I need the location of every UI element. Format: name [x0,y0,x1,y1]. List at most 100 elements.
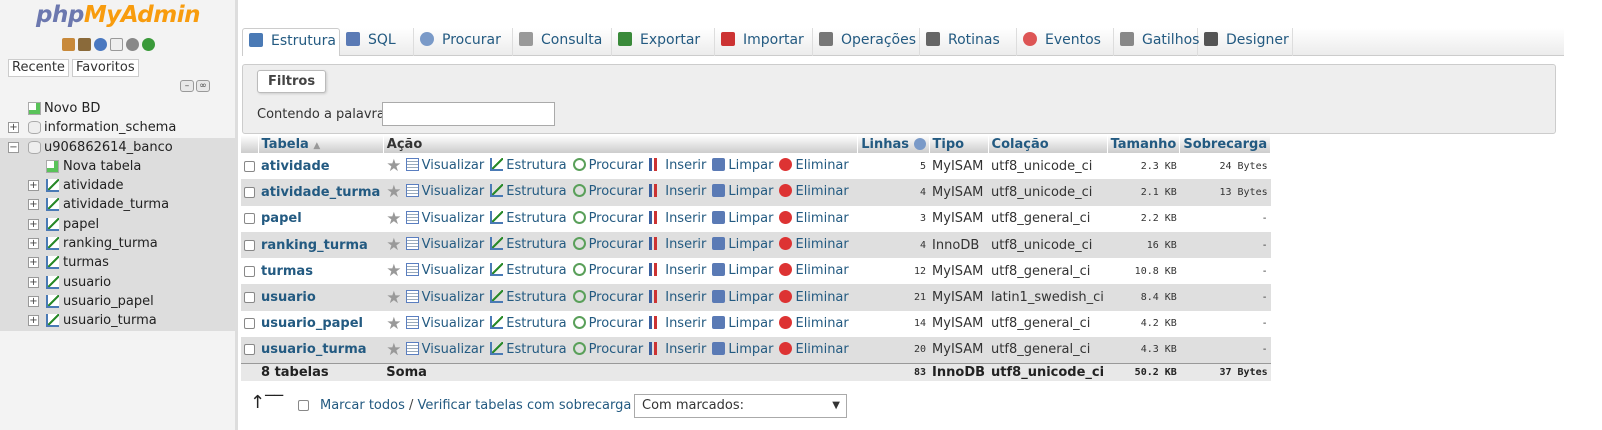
help-icon[interactable] [94,38,107,51]
action-empty[interactable]: Limpar [712,315,773,331]
docs-icon[interactable] [110,38,123,51]
action-empty[interactable]: Limpar [712,210,773,226]
action-search[interactable]: Procurar [572,237,643,252]
tree-item-usuario-turma[interactable]: + usuario_turma [0,311,235,331]
action-search[interactable]: Procurar [572,289,643,305]
tab-exportar[interactable]: Exportar [612,28,715,56]
favorite-star-icon[interactable]: ★ [386,235,401,255]
check-all-link[interactable]: Marcar todos [320,398,405,413]
table-name-link[interactable]: ranking_turma [258,231,384,259]
row-checkbox[interactable] [244,213,255,225]
row-checkbox[interactable] [244,160,255,172]
action-drop[interactable]: Eliminar [779,158,849,173]
tree-item-label[interactable]: turmas [63,253,109,272]
with-selected-dropdown[interactable]: Com marcados: ▼ [634,394,847,418]
collapse-icon[interactable]: − [8,141,19,153]
action-empty[interactable]: Limpar [712,184,773,199]
tree-item-information-schema[interactable]: + information_schema [0,118,235,137]
col-colacao[interactable]: Colação [988,135,1108,153]
tree-item-label[interactable]: usuario [63,273,111,292]
row-checkbox[interactable] [244,239,255,251]
tab-rotinas[interactable]: Rotinas [920,28,1017,56]
home-icon[interactable] [62,38,75,51]
tab-eventos[interactable]: Eventos [1017,28,1114,56]
tree-item-usuario-papel[interactable]: + usuario_papel [0,291,235,312]
tree-item-label[interactable]: information_schema [44,118,176,137]
action-drop[interactable]: Eliminar [779,184,849,199]
action-drop[interactable]: Eliminar [779,289,849,305]
action-search[interactable]: Procurar [572,341,643,357]
action-drop[interactable]: Eliminar [779,237,849,252]
action-drop[interactable]: Eliminar [779,315,849,331]
action-browse[interactable]: Visualizar [405,289,484,305]
tree-item-ranking-turma[interactable]: + ranking_turma [0,234,235,254]
favorite-star-icon[interactable]: ★ [386,182,401,202]
tab-gatilhos[interactable]: Gatilhos [1114,28,1199,56]
action-browse[interactable]: Visualizar [405,210,484,226]
table-name-link[interactable]: atividade_turma [258,179,384,206]
table-name-link[interactable]: papel [258,205,384,232]
action-browse[interactable]: Visualizar [405,341,484,357]
action-structure[interactable]: Estrutura [490,158,567,173]
tree-item-atividade-turma[interactable]: + atividade_turma [0,195,235,215]
action-structure[interactable]: Estrutura [490,341,567,357]
action-browse[interactable]: Visualizar [405,158,484,173]
tab-designer[interactable]: Designer [1198,28,1293,56]
row-checkbox[interactable] [244,292,255,304]
tree-item-novo bd[interactable]: Novo BD [0,99,235,118]
row-checkbox[interactable] [244,318,255,330]
action-insert[interactable]: Inserir [649,184,706,199]
action-structure[interactable]: Estrutura [490,315,567,331]
tab-sql[interactable]: SQL [340,28,414,56]
action-drop[interactable]: Eliminar [779,210,849,226]
tree-item-label[interactable]: atividade [63,176,123,195]
row-checkbox[interactable] [244,344,255,356]
table-name-link[interactable]: atividade [258,153,384,180]
action-browse[interactable]: Visualizar [405,263,484,278]
tree-item-atividade[interactable]: + atividade [0,176,235,196]
table-name-link[interactable]: usuario_papel [258,310,384,338]
favorite-star-icon[interactable]: ★ [386,340,401,360]
action-insert[interactable]: Inserir [649,237,706,252]
check-all-checkbox[interactable] [298,400,309,411]
filter-input[interactable] [382,102,555,126]
action-search[interactable]: Procurar [572,315,643,331]
tree-item-nova tabela[interactable]: Nova tabela [0,156,235,177]
tree-item-label[interactable]: usuario_turma [63,311,157,330]
action-insert[interactable]: Inserir [649,263,706,278]
favorite-star-icon[interactable]: ★ [386,288,401,308]
favorites-tab[interactable]: Favoritos [71,59,139,77]
tree-item-label[interactable]: usuario_papel [63,292,154,311]
tree-item-label[interactable]: Nova tabela [63,157,141,176]
tab-procurar[interactable]: Procurar [414,28,513,56]
action-empty[interactable]: Limpar [712,158,773,173]
expand-icon[interactable]: + [8,122,19,134]
action-empty[interactable]: Limpar [712,289,773,305]
action-drop[interactable]: Eliminar [779,263,849,278]
expand-icon[interactable]: + [28,218,39,230]
tab-importar[interactable]: Importar [715,28,813,56]
expand-icon[interactable]: + [28,238,39,250]
tree-item-label[interactable]: atividade_turma [63,195,169,214]
logout-icon[interactable] [78,38,91,51]
action-structure[interactable]: Estrutura [490,263,567,278]
favorite-star-icon[interactable]: ★ [386,156,401,176]
action-search[interactable]: Procurar [572,210,643,226]
expand-icon[interactable]: + [28,199,39,211]
tab-consulta[interactable]: Consulta [513,28,612,56]
tab-operacoes[interactable]: Operações [813,28,920,56]
action-browse[interactable]: Visualizar [405,237,484,252]
tab-estrutura[interactable]: Estrutura [242,28,340,56]
action-structure[interactable]: Estrutura [490,184,567,199]
reload-icon[interactable] [142,38,155,51]
expand-icon[interactable]: + [28,180,39,192]
collapse-all-icon[interactable]: – [180,80,194,92]
col-linhas[interactable]: Linhas [857,135,930,153]
col-tabela[interactable]: Tabela ▲ [258,135,384,153]
row-checkbox[interactable] [244,186,255,198]
action-structure[interactable]: Estrutura [490,210,567,226]
table-name-link[interactable]: turmas [258,258,384,285]
check-overhead-link[interactable]: Verificar tabelas com sobrecarga [418,398,632,413]
favorite-star-icon[interactable]: ★ [386,209,401,229]
help-icon[interactable] [913,137,926,150]
